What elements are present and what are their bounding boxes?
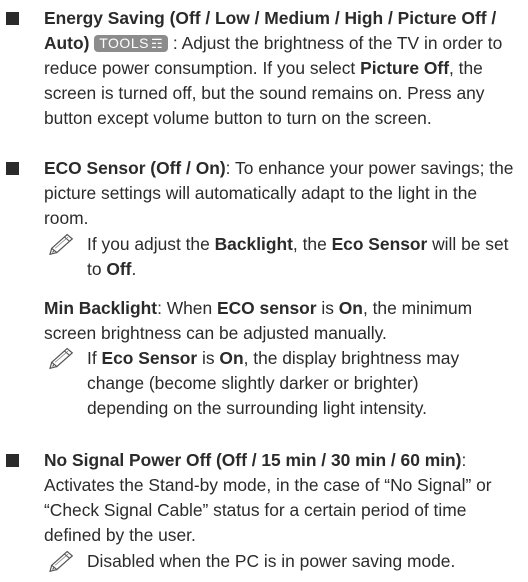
min-backlight-text: Min Backlight: When ECO sensor is On, th… — [44, 298, 473, 343]
tools-label: TOOLS — [99, 35, 149, 51]
note-pencil-icon — [49, 550, 73, 572]
eco-sensor-text: ECO Sensor (Off / On): To enhance your p… — [44, 156, 522, 231]
eco-note2-text: If Eco Sensor is On, the display brightn… — [87, 348, 460, 418]
no-signal-text: No Signal Power Off (Off / 15 min / 30 m… — [44, 448, 522, 548]
no-signal-note-text: Disabled when the PC is in power saving … — [87, 551, 456, 571]
eco-sensor-title: ECO Sensor (Off / On) — [44, 158, 226, 178]
bullet-square-icon — [6, 12, 19, 25]
bullet-square-icon — [6, 162, 19, 175]
note-pencil-icon — [49, 347, 73, 369]
note-pencil-icon — [49, 233, 73, 255]
tools-icon: ☶ — [150, 36, 164, 51]
picture-off-term: Picture Off — [360, 58, 450, 78]
tools-badge: TOOLS ☶ — [94, 35, 169, 52]
bullet-square-icon — [6, 454, 19, 467]
eco-note-text: If you adjust the Backlight, the Eco Sen… — [87, 234, 509, 279]
no-signal-title: No Signal Power Off (Off / 15 min / 30 m… — [44, 450, 462, 470]
energy-saving-text: Energy Saving (Off / Low / Medium / High… — [44, 6, 522, 131]
